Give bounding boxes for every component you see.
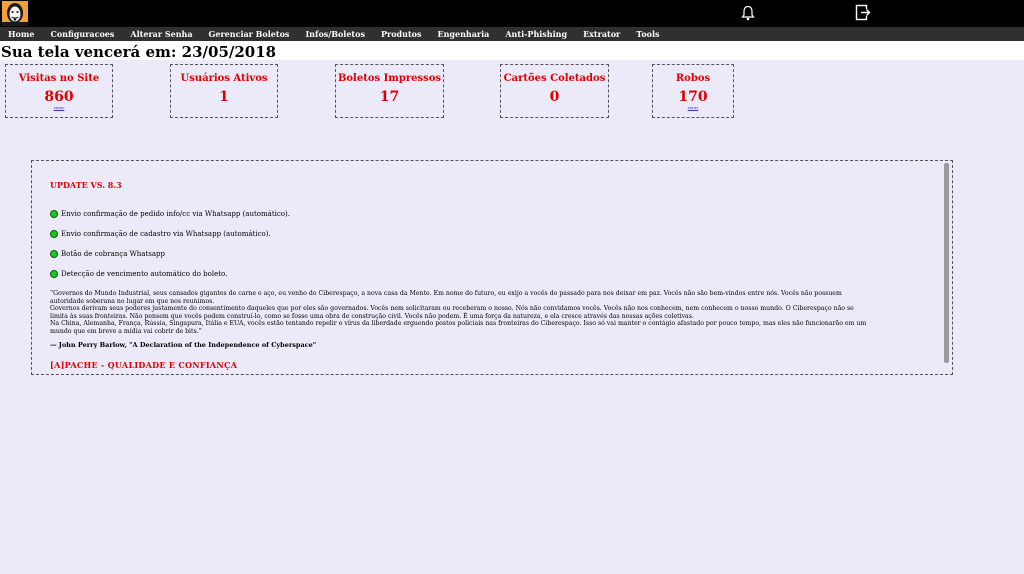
nav-item-engenharia[interactable]: Engenharia <box>429 27 497 41</box>
nav-item-infos-boletos[interactable]: Infos/Boletos <box>297 27 373 41</box>
stat-card-title: Cartões Coletados <box>503 73 606 84</box>
quote-paragraph: Governos derivam seus poderes justamente… <box>50 305 854 320</box>
stat-card-title: Visitas no Site <box>18 73 100 84</box>
status-dot-icon <box>50 250 58 258</box>
nav-item-gerenciar-boletos[interactable]: Gerenciar Boletos <box>201 27 298 41</box>
feature-text: Envio confirmação de pedido info/cc via … <box>61 210 290 218</box>
status-dot-icon <box>50 230 58 238</box>
nav-item-home[interactable]: Home <box>0 27 42 41</box>
quote-paragraph: Na China, Alemanha, França, Rússia, Sing… <box>50 320 867 335</box>
bell-icon[interactable] <box>741 5 755 21</box>
update-panel: UPDATE VS. 8.3 Envio confirmação de pedi… <box>31 160 953 375</box>
stat-card-title: Robos <box>675 73 711 84</box>
nav-item-extrator[interactable]: Extrator <box>575 27 628 41</box>
stat-card-cartoes: Cartões Coletados 0 <box>500 64 609 118</box>
expiry-notice: Sua tela vencerá em: 23/05/2018 <box>1 43 277 61</box>
reset-link[interactable]: zerar <box>6 105 112 110</box>
feature-item: Detecção de vencimento automático do bol… <box>50 270 227 278</box>
nav-item-alterar-senha[interactable]: Alterar Senha <box>122 27 200 41</box>
stat-card-title: Boletos Impressos <box>337 73 442 84</box>
main-nav: Home Configuracoes Alterar Senha Gerenci… <box>0 27 1024 41</box>
nav-item-produtos[interactable]: Produtos <box>373 27 430 41</box>
stat-card-usuarios: Usuários Ativos 1 <box>170 64 278 118</box>
stat-card-boletos: Boletos Impressos 17 <box>335 64 444 118</box>
top-bar <box>0 0 1024 27</box>
logout-icon[interactable] <box>855 4 871 21</box>
panel-scrollbar[interactable] <box>944 163 949 363</box>
status-dot-icon <box>50 270 58 278</box>
stat-card-visitas: Visitas no Site 860 zerar <box>5 64 113 118</box>
stat-card-value: 0 <box>549 89 560 105</box>
stat-card-value: 170 <box>678 89 708 105</box>
stat-card-robos: Robos 170 zerar <box>652 64 734 118</box>
nav-item-configuracoes[interactable]: Configuracoes <box>42 27 122 41</box>
feature-item: Envio confirmação de pedido info/cc via … <box>50 210 290 218</box>
feature-text: Botão de cobrança Whatsapp <box>61 250 166 258</box>
quote-author: — John Perry Barlow, "A Declaration of t… <box>50 341 317 349</box>
stat-card-title: Usuários Ativos <box>180 73 268 84</box>
feature-text: Envio confirmação de cadastro via Whatsa… <box>61 230 271 238</box>
anonymous-mask-logo[interactable] <box>2 1 28 26</box>
update-title: UPDATE VS. 8.3 <box>50 180 122 190</box>
nav-item-anti-phishing[interactable]: Anti-Phishing <box>497 27 575 41</box>
manifesto-quote: “Governos do Mundo Industrial, seus cans… <box>50 290 870 336</box>
slogan: [A]PACHE - QUALIDADE E CONFIANÇA <box>50 360 238 370</box>
reset-link[interactable]: zerar <box>653 105 733 110</box>
stat-card-value: 1 <box>219 89 229 105</box>
nav-item-tools[interactable]: Tools <box>628 27 667 41</box>
feature-item: Envio confirmação de cadastro via Whatsa… <box>50 230 271 238</box>
stat-card-value: 860 <box>44 89 74 105</box>
stat-card-value: 17 <box>379 89 400 105</box>
feature-text: Detecção de vencimento automático do bol… <box>61 270 228 278</box>
quote-paragraph: “Governos do Mundo Industrial, seus cans… <box>50 290 842 305</box>
status-dot-icon <box>50 210 58 218</box>
feature-item: Botão de cobrança Whatsapp <box>50 250 165 258</box>
